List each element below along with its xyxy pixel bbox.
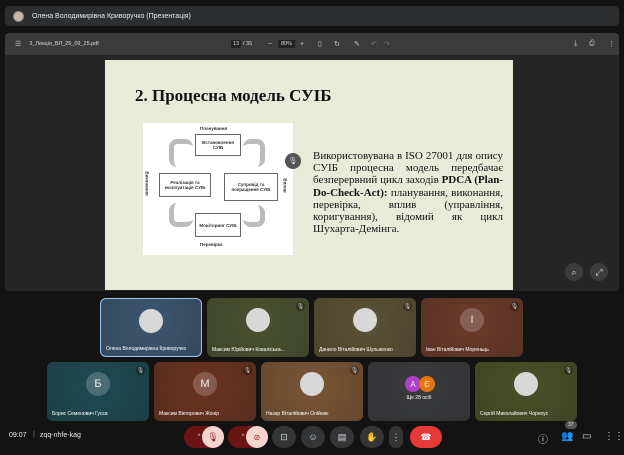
clock: 09:07 (9, 432, 27, 439)
present-button[interactable]: ⊡ (272, 426, 296, 448)
label-check: Перевірка (200, 242, 223, 247)
avatar: Є (419, 376, 435, 392)
chat-icon[interactable]: ▭ (582, 431, 591, 442)
arrow (243, 139, 265, 167)
control-bar: 09:07 | zqq-nhfe-kag ^ 🎙 ^ ⊘ ⊡ ☺ ▤ ✋ ⋮ ☎… (0, 421, 624, 451)
avatar: М (193, 372, 217, 396)
captions-button[interactable]: ▤ (330, 426, 354, 448)
more-icon[interactable]: ⋮ (608, 40, 615, 48)
avatar (353, 308, 377, 332)
fullscreen-button[interactable]: ⤢ (590, 263, 608, 281)
participant-name: Максим Вікторович Жонір (159, 411, 220, 417)
info-icon[interactable]: ⓘ (538, 431, 548, 446)
activities-icon[interactable]: ⋮⋮ (604, 431, 624, 442)
presenter-avatar (13, 10, 24, 22)
participant-tile[interactable]: 🎙 Максим Юрійович Коваліська... (207, 298, 309, 357)
print-icon[interactable]: ⎙ (589, 40, 595, 48)
slide-title: 2. Процесна модель СУІБ (135, 86, 332, 105)
pdf-filename: 3_Лекція_ВЛ_25_09_25.pdf (29, 41, 99, 47)
menu-icon[interactable]: ☰ (15, 40, 21, 48)
people-icon[interactable]: 👥 (561, 431, 573, 442)
raise-hand-button[interactable]: ✋ (360, 426, 384, 448)
avatar (246, 308, 270, 332)
fit-page-icon[interactable]: ▯ (318, 40, 322, 48)
page-input[interactable]: 13 (231, 40, 242, 48)
muted-mic-icon: 🎙 (243, 366, 252, 375)
participant-name: Олена Володимирівна Криворучко (106, 346, 187, 352)
muted-mic-icon: 🎙 (296, 302, 305, 311)
participant-name: Сергій Миколайович Чорноус (480, 411, 549, 417)
participant-name: Іван Віталійович Мореньць (426, 347, 489, 353)
label-plan: Планування (200, 126, 228, 131)
download-icon[interactable]: ⤓ (574, 40, 577, 48)
mic-off-icon[interactable]: 🎙 (202, 426, 224, 448)
box-monitor: Моніторинг СУІБ (195, 213, 241, 237)
participant-name: Данило Віталійович Шульженко (319, 347, 393, 353)
muted-mic-icon: 🎙 (403, 302, 412, 311)
redo-icon[interactable]: ↷ (384, 40, 390, 48)
rotate-icon[interactable]: ↻ (334, 40, 340, 48)
camera-off-icon[interactable]: ⊘ (246, 426, 268, 448)
pdf-toolbar: ☰ 3_Лекція_ВЛ_25_09_25.pdf 13 / 35 − 80%… (5, 33, 619, 55)
label-do: Виконання (144, 171, 150, 196)
participant-tile[interactable]: 🎙 Назар Віталійович Олійник (261, 362, 363, 421)
participant-tile[interactable]: Олена Володимирівна Криворучко (100, 298, 202, 357)
participant-tile[interactable]: 🎙 Данило Віталійович Шульженко (314, 298, 416, 357)
muted-mic-icon: 🎙 (564, 366, 573, 375)
participant-name: Борис Семенович Гусєв (52, 411, 108, 417)
participant-tile[interactable]: М 🎙 Максим Вікторович Жонір (154, 362, 256, 421)
box-maintain: Супровід та покращення СУІБ (224, 173, 278, 201)
participant-tile[interactable]: А Є Ще 28 осіб (368, 362, 470, 421)
emoji-button[interactable]: ☺ (301, 426, 325, 448)
box-implement: Реалізація та експлуатація СУІБ (159, 173, 211, 197)
pdf-viewer: ☰ 3_Лекція_ВЛ_25_09_25.pdf 13 / 35 − 80%… (5, 33, 619, 291)
participant-tile[interactable]: І 🎙 Іван Віталійович Мореньць (421, 298, 523, 357)
meeting-code: zqq-nhfe-kag (40, 432, 81, 439)
divider: | (33, 431, 35, 438)
avatar (300, 372, 324, 396)
box-establish: Встановлення СУІБ (195, 134, 241, 156)
presenter-bar: Олена Володимирівна Криворучко (Презента… (5, 6, 619, 26)
label-act: Вплив (282, 178, 288, 193)
participant-tile[interactable]: 🎙 Сергій Миколайович Чорноус (475, 362, 577, 421)
zoom-button[interactable]: ⌕ (565, 263, 583, 281)
muted-mic-icon: 🎙 (285, 153, 301, 169)
muted-mic-icon: 🎙 (510, 302, 519, 311)
slide: 2. Процесна модель СУІБ Планування Встан… (105, 60, 513, 290)
participant-name: Ще 28 осіб (406, 395, 432, 401)
leave-call-button[interactable]: ☎ (410, 426, 442, 448)
people-count-badge: 37 (565, 421, 577, 429)
annotate-icon[interactable]: ✎ (354, 40, 360, 48)
slide-body: Використовувана в ISO 27001 для опису СУ… (313, 150, 503, 235)
page-total: / 35 (243, 41, 253, 47)
more-options-button[interactable]: ⋮ (389, 426, 403, 448)
muted-mic-icon: 🎙 (136, 366, 145, 375)
zoom-input[interactable]: 80% (278, 40, 296, 48)
pdca-diagram: Планування Встановлення СУІБ Реалізація … (143, 123, 293, 255)
participant-name: Максим Юрійович Коваліська... (212, 347, 285, 353)
zoom-out-button[interactable]: − (268, 41, 272, 48)
presenter-name: Олена Володимирівна Криворучко (Презента… (32, 12, 191, 20)
avatar (514, 372, 538, 396)
participant-name: Назар Віталійович Олійник (266, 411, 329, 417)
zoom-in-button[interactable]: + (300, 41, 304, 48)
avatar: І (460, 308, 484, 332)
undo-icon[interactable]: ↶ (371, 40, 377, 48)
arrow (243, 205, 265, 227)
avatar: Б (86, 372, 110, 396)
arrow (169, 139, 193, 167)
avatar (139, 309, 163, 333)
participant-tile[interactable]: Б 🎙 Борис Семенович Гусєв (47, 362, 149, 421)
arrow (169, 203, 193, 227)
muted-mic-icon: 🎙 (350, 366, 359, 375)
